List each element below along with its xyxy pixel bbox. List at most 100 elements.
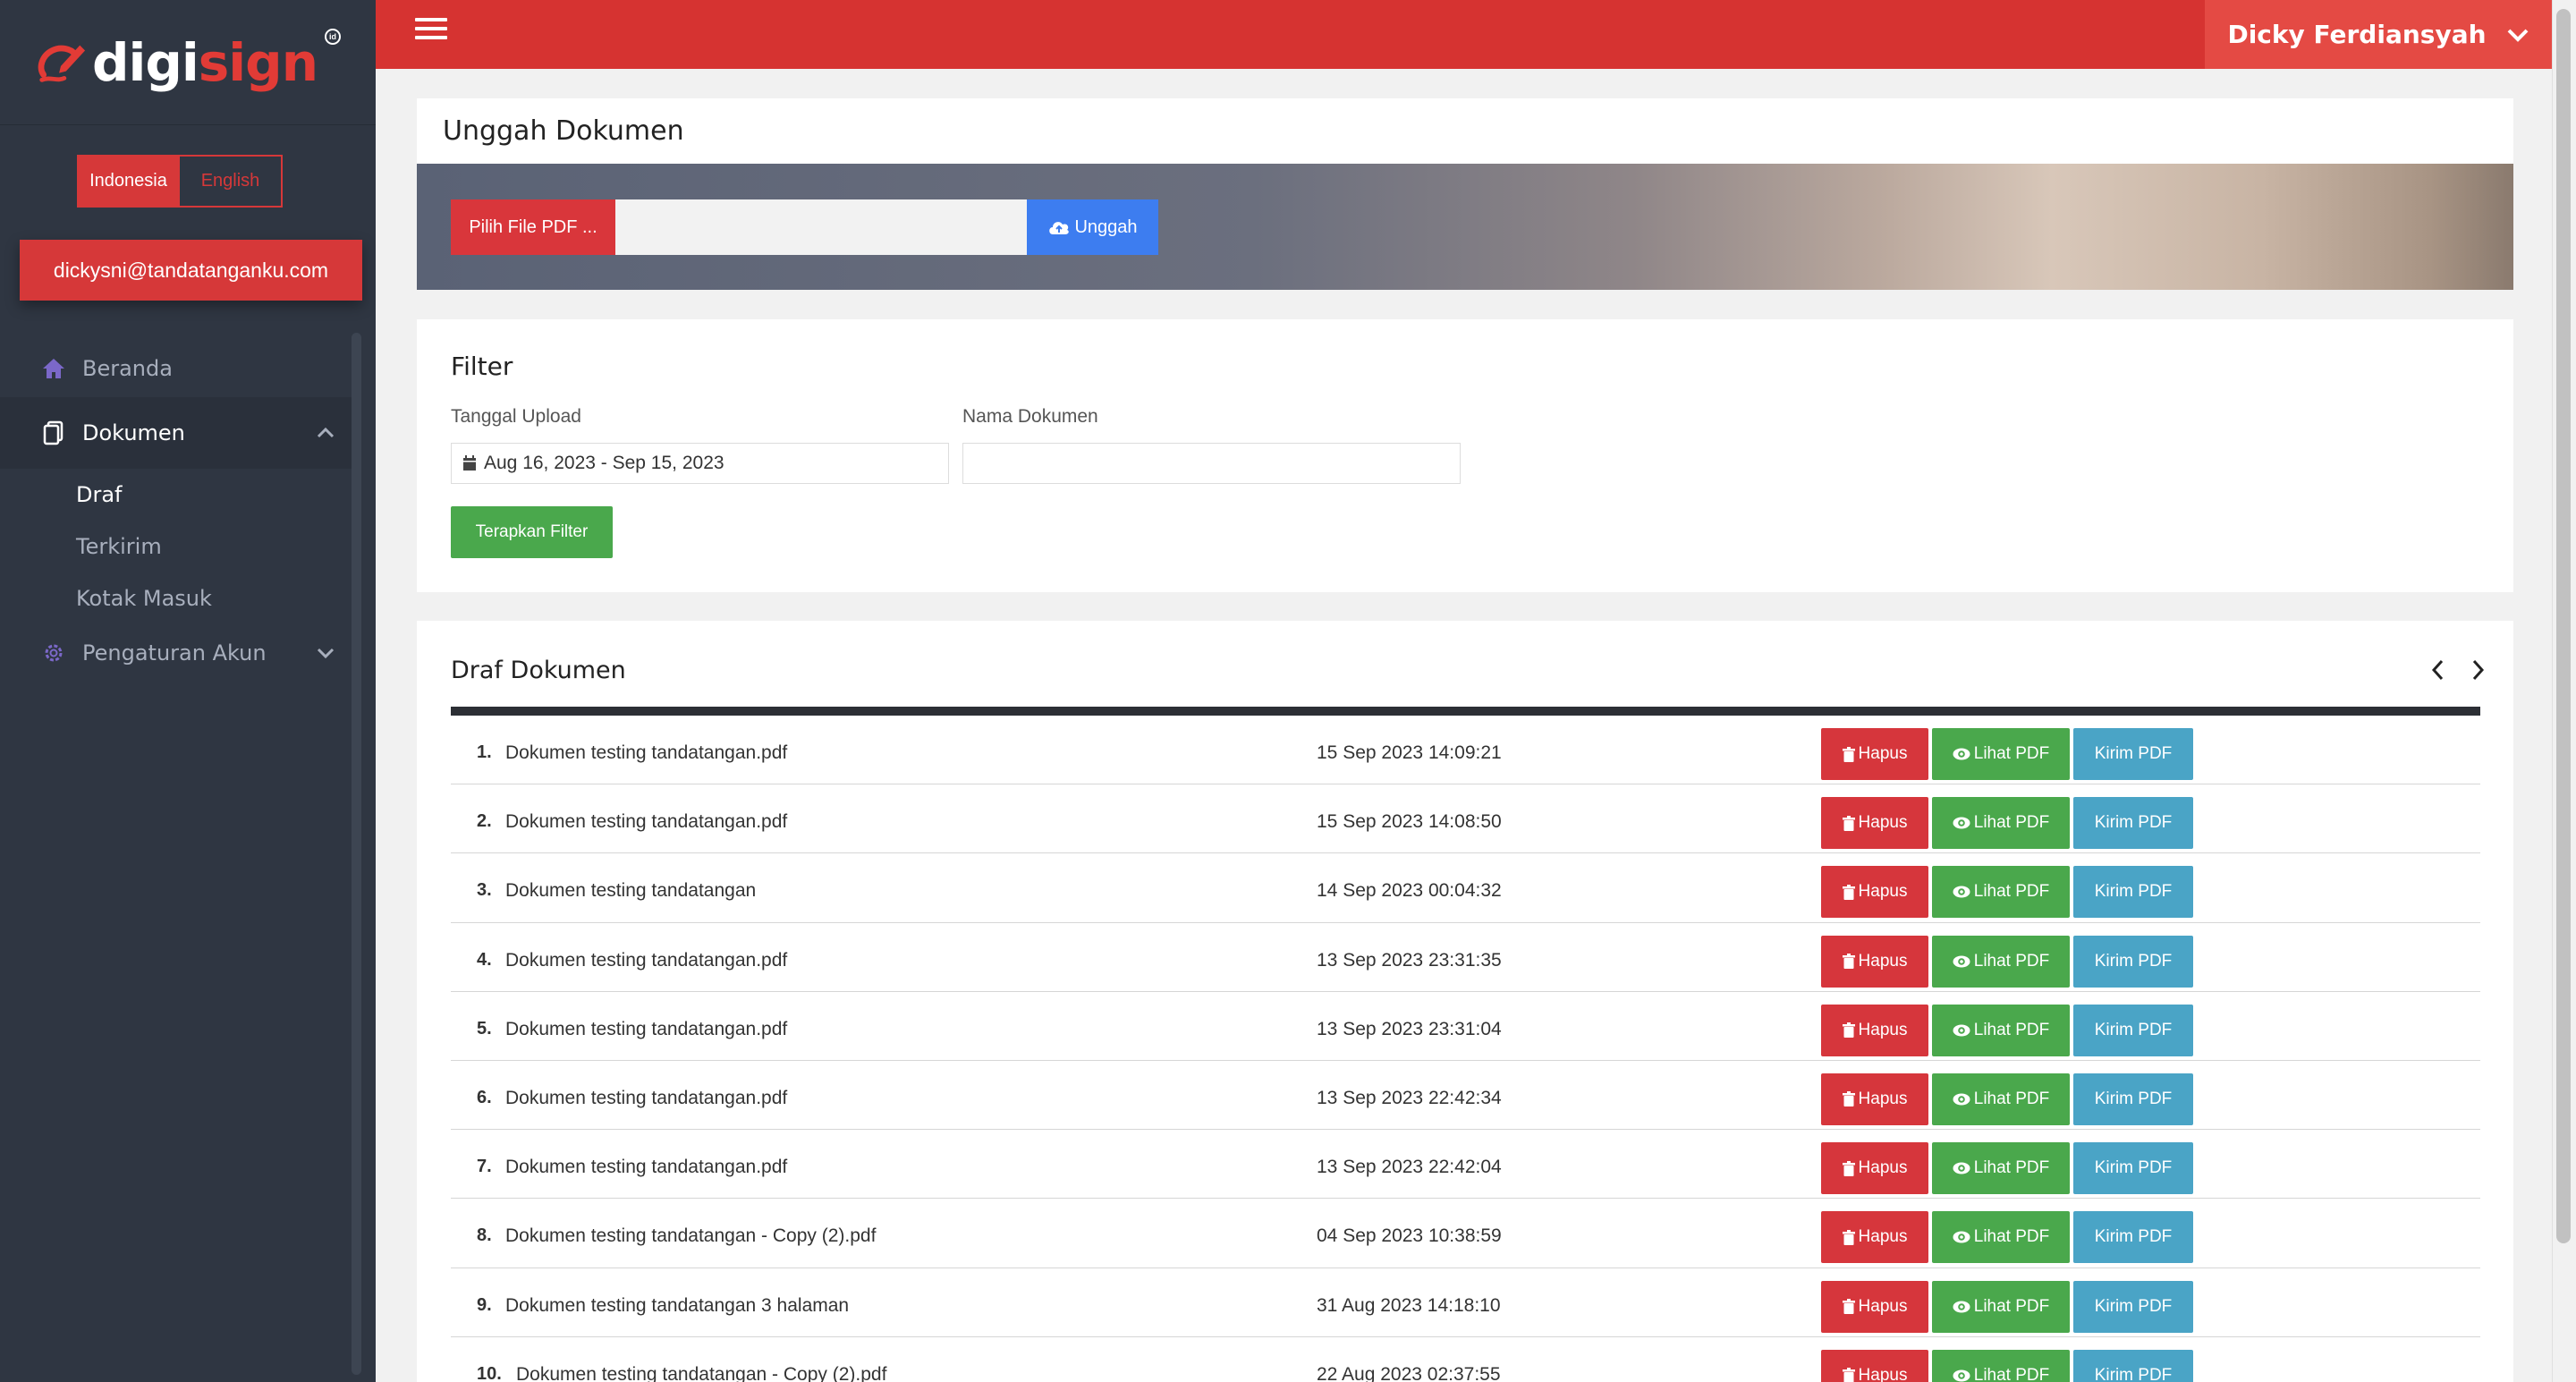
table-row: 5. Dokumen testing tandatangan.pdf 13 Sep … bbox=[451, 992, 2480, 1061]
send-pdf-button[interactable]: Kirim PDF bbox=[2073, 1211, 2193, 1264]
home-icon bbox=[39, 354, 68, 383]
sidebar-item-label: Pengaturan Akun bbox=[82, 640, 267, 666]
draft-documents-card: Draf Dokumen 1. Dokumen testing tandatang… bbox=[417, 621, 2513, 1382]
eye-icon bbox=[1953, 886, 1970, 898]
table-row: 1. Dokumen testing tandatangan.pdf 15 Sep … bbox=[451, 716, 2480, 785]
delete-button[interactable]: Hapus bbox=[1821, 1211, 1928, 1264]
send-pdf-button[interactable]: Kirim PDF bbox=[2073, 1073, 2193, 1125]
view-pdf-button[interactable]: Lihat PDF bbox=[1932, 1004, 2070, 1056]
sidebar-item-beranda[interactable]: Beranda bbox=[0, 340, 358, 397]
chevron-down-icon bbox=[317, 648, 335, 659]
delete-button[interactable]: Hapus bbox=[1821, 1142, 1928, 1195]
send-pdf-button[interactable]: Kirim PDF bbox=[2073, 1142, 2193, 1195]
delete-label: Hapus bbox=[1858, 1365, 1908, 1382]
send-pdf-button[interactable]: Kirim PDF bbox=[2073, 1280, 2193, 1333]
document-name-input[interactable] bbox=[962, 443, 1461, 484]
delete-button[interactable]: Hapus bbox=[1821, 1349, 1928, 1382]
delete-button[interactable]: Hapus bbox=[1821, 1280, 1928, 1333]
send-pdf-button[interactable]: Kirim PDF bbox=[2073, 797, 2193, 850]
file-name-field[interactable] bbox=[615, 199, 1027, 255]
row-number: 4. bbox=[477, 949, 492, 970]
send-pdf-button[interactable]: Kirim PDF bbox=[2073, 1004, 2193, 1056]
sidebar-subitem-draf[interactable]: Draf bbox=[0, 469, 358, 521]
view-pdf-button[interactable]: Lihat PDF bbox=[1932, 1073, 2070, 1125]
table-row: 4. Dokumen testing tandatangan.pdf 13 Sep … bbox=[451, 923, 2480, 992]
delete-button[interactable]: Hapus bbox=[1821, 728, 1928, 780]
logo-area: digisign id bbox=[0, 0, 376, 125]
view-pdf-button[interactable]: Lihat PDF bbox=[1932, 866, 2070, 919]
lang-english-button[interactable]: English bbox=[180, 155, 283, 208]
view-pdf-button[interactable]: Lihat PDF bbox=[1932, 1349, 2070, 1382]
delete-label: Hapus bbox=[1858, 1227, 1908, 1247]
trash-icon bbox=[1842, 1022, 1855, 1039]
view-pdf-button[interactable]: Lihat PDF bbox=[1932, 1280, 2070, 1333]
upload-button[interactable]: Unggah bbox=[1027, 199, 1158, 255]
chevron-left-icon[interactable] bbox=[2425, 657, 2452, 683]
document-date: 14 Sep 2023 00:04:32 bbox=[1317, 880, 1502, 902]
send-pdf-button[interactable]: Kirim PDF bbox=[2073, 866, 2193, 919]
table-header-bar bbox=[451, 707, 2480, 716]
lang-indonesia-button[interactable]: Indonesia bbox=[77, 155, 180, 208]
digisign-logo[interactable]: digisign id bbox=[35, 28, 341, 93]
view-pdf-button[interactable]: Lihat PDF bbox=[1932, 935, 2070, 988]
table-row: 8. Dokumen testing tandatangan - Copy (2)… bbox=[451, 1199, 2480, 1268]
trash-icon bbox=[1842, 884, 1855, 900]
view-pdf-label: Lihat PDF bbox=[1973, 1365, 2050, 1382]
view-pdf-button[interactable]: Lihat PDF bbox=[1932, 728, 2070, 780]
pick-pdf-button[interactable]: Pilih File PDF ... bbox=[451, 199, 615, 255]
document-name: Dokumen testing tandatangan - Copy (2).p… bbox=[516, 1363, 887, 1382]
document-name: Dokumen testing tandatangan 3 halaman bbox=[505, 1294, 850, 1316]
delete-button[interactable]: Hapus bbox=[1821, 1073, 1928, 1125]
sidebar-item-dokumen[interactable]: Dokumen bbox=[0, 397, 358, 469]
row-number: 2. bbox=[477, 811, 492, 832]
calendar-icon bbox=[463, 455, 476, 471]
view-pdf-button[interactable]: Lihat PDF bbox=[1932, 797, 2070, 850]
delete-button[interactable]: Hapus bbox=[1821, 1004, 1928, 1056]
user-name: Dicky Ferdiansyah bbox=[2227, 20, 2487, 49]
document-icon bbox=[39, 419, 68, 447]
sidebar-item-label: Beranda bbox=[82, 356, 173, 381]
send-pdf-button[interactable]: Kirim PDF bbox=[2073, 728, 2193, 780]
trash-icon bbox=[1842, 1368, 1855, 1382]
hamburger-menu-icon[interactable] bbox=[415, 18, 447, 39]
send-pdf-button[interactable]: Kirim PDF bbox=[2073, 935, 2193, 988]
language-switcher: Indonesia English bbox=[77, 155, 283, 208]
logo-text: digisign bbox=[91, 31, 318, 93]
apply-filter-button[interactable]: Terapkan Filter bbox=[451, 506, 613, 558]
table-row: 6. Dokumen testing tandatangan.pdf 13 Sep … bbox=[451, 1061, 2480, 1131]
document-name: Dokumen testing tandatangan.pdf bbox=[505, 811, 788, 833]
table-row: 9. Dokumen testing tandatangan 3 halaman 3… bbox=[451, 1268, 2480, 1337]
send-pdf-button[interactable]: Kirim PDF bbox=[2073, 1349, 2193, 1382]
page-scrollbar-thumb[interactable] bbox=[2556, 9, 2571, 1243]
view-pdf-label: Lihat PDF bbox=[1973, 1158, 2050, 1178]
gear-icon bbox=[39, 639, 68, 667]
delete-button[interactable]: Hapus bbox=[1821, 797, 1928, 850]
view-pdf-button[interactable]: Lihat PDF bbox=[1932, 1211, 2070, 1264]
chevron-right-icon[interactable] bbox=[2464, 657, 2491, 683]
trash-icon bbox=[1842, 954, 1855, 970]
document-date: 13 Sep 2023 23:31:35 bbox=[1317, 949, 1502, 971]
sidebar-subitem-terkirim[interactable]: Terkirim bbox=[0, 521, 358, 572]
view-pdf-button[interactable]: Lihat PDF bbox=[1932, 1142, 2070, 1195]
document-name: Dokumen testing tandatangan.pdf bbox=[505, 1018, 788, 1039]
delete-button[interactable]: Hapus bbox=[1821, 935, 1928, 988]
user-menu[interactable]: Dicky Ferdiansyah bbox=[2205, 0, 2552, 69]
sidebar-item-pengaturan-akun[interactable]: Pengaturan Akun bbox=[0, 624, 358, 682]
send-pdf-label: Kirim PDF bbox=[2094, 882, 2173, 902]
date-range-input[interactable]: Aug 16, 2023 - Sep 15, 2023 bbox=[451, 443, 949, 484]
sidebar-subitem-kotak-masuk[interactable]: Kotak Masuk bbox=[0, 572, 358, 624]
row-number: 7. bbox=[477, 1157, 492, 1177]
document-date: 15 Sep 2023 14:08:50 bbox=[1317, 811, 1502, 833]
topbar: Dicky Ferdiansyah bbox=[376, 0, 2552, 69]
document-name: Dokumen testing tandatangan bbox=[505, 880, 757, 902]
delete-button[interactable]: Hapus bbox=[1821, 866, 1928, 919]
view-pdf-label: Lihat PDF bbox=[1973, 1227, 2050, 1247]
delete-label: Hapus bbox=[1858, 744, 1908, 763]
document-date: 13 Sep 2023 22:42:04 bbox=[1317, 1157, 1502, 1178]
row-number: 8. bbox=[477, 1225, 492, 1246]
filter-title: Filter bbox=[451, 352, 513, 381]
trash-icon bbox=[1842, 1299, 1855, 1314]
sidebar-scrollbar[interactable] bbox=[352, 333, 361, 1375]
view-pdf-label: Lihat PDF bbox=[1973, 813, 2050, 833]
table-row: 10. Dokumen testing tandatangan - Copy (2… bbox=[451, 1337, 2480, 1382]
